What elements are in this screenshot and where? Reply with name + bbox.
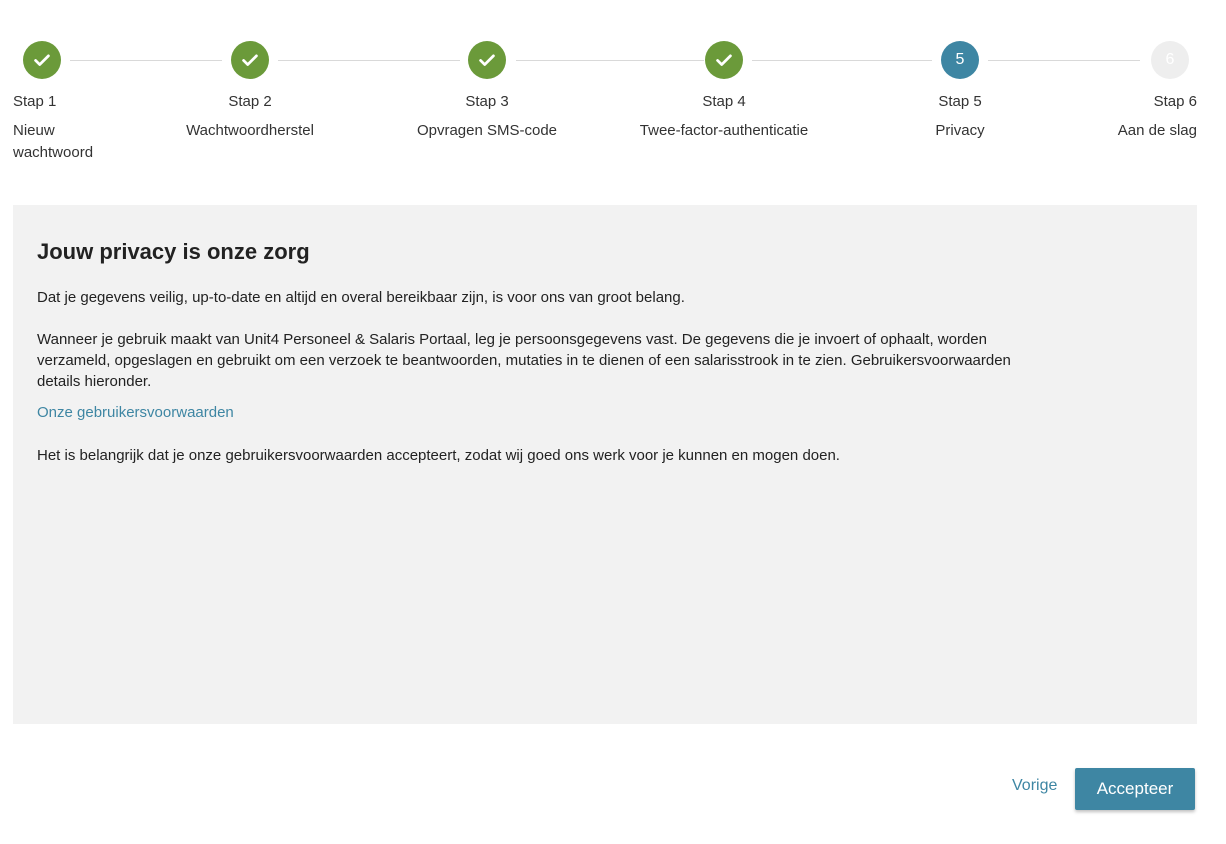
step-connector bbox=[278, 60, 460, 61]
step-5-label: Privacy bbox=[935, 122, 985, 139]
step-3-circle bbox=[468, 41, 506, 79]
check-icon bbox=[479, 54, 495, 66]
progress-stepper: Stap 1 Nieuw wachtwoord Stap 2 Wachtwoor… bbox=[0, 0, 1226, 190]
step-5-circle: 5 bbox=[941, 41, 979, 79]
step-6-circle: 6 bbox=[1151, 41, 1189, 79]
step-4-title: Stap 4 bbox=[702, 93, 746, 110]
accept-button[interactable]: Accepteer bbox=[1075, 768, 1195, 810]
terms-link-wrapper: Onze gebruikersvoorwaarden bbox=[37, 402, 1177, 423]
step-6-title: Stap 6 bbox=[1153, 93, 1197, 110]
step-1-circle bbox=[23, 41, 61, 79]
privacy-detail-line2: verzameld, opgeslagen en gebruikt om een… bbox=[37, 352, 1011, 369]
back-link[interactable]: Vorige bbox=[1012, 777, 1057, 795]
step-3-label: Opvragen SMS-code bbox=[416, 122, 558, 139]
privacy-detail-line1: Wanneer je gebruik maakt van Unit4 Perso… bbox=[37, 331, 987, 348]
step-2-title: Stap 2 bbox=[228, 93, 272, 110]
check-icon bbox=[34, 54, 50, 66]
step-1-label: Nieuw wachtwoord bbox=[13, 120, 93, 164]
check-icon bbox=[716, 54, 732, 66]
step-connector bbox=[752, 60, 932, 61]
step-connector bbox=[70, 60, 222, 61]
step-5-title: Stap 5 bbox=[938, 93, 982, 110]
step-connector bbox=[516, 60, 704, 61]
step-2-circle bbox=[231, 41, 269, 79]
step-1-label-line1: Nieuw bbox=[13, 122, 55, 139]
check-icon bbox=[242, 54, 258, 66]
terms-link[interactable]: Onze gebruikersvoorwaarden bbox=[37, 404, 234, 421]
step-3-title: Stap 3 bbox=[465, 93, 509, 110]
privacy-intro-text: Dat je gegevens veilig, up-to-date en al… bbox=[37, 289, 685, 306]
privacy-detail-line3: details hieronder. bbox=[37, 373, 152, 390]
accept-info-text: Het is belangrijk dat je onze gebruikers… bbox=[37, 447, 840, 464]
panel-heading: Jouw privacy is onze zorg bbox=[37, 239, 310, 264]
step-4-label: Twee-factor-authenticatie bbox=[639, 122, 809, 139]
step-4-circle bbox=[705, 41, 743, 79]
step-1-label-line2: wachtwoord bbox=[13, 144, 94, 161]
step-2-label: Wachtwoordherstel bbox=[186, 122, 314, 139]
step-connector bbox=[988, 60, 1140, 61]
privacy-detail-text: Wanneer je gebruik maakt van Unit4 Perso… bbox=[37, 329, 1177, 392]
step-1-title: Stap 1 bbox=[13, 93, 57, 110]
privacy-panel: Jouw privacy is onze zorg Dat je gegeven… bbox=[13, 205, 1197, 724]
step-6-label: Aan de slag bbox=[1117, 122, 1197, 139]
